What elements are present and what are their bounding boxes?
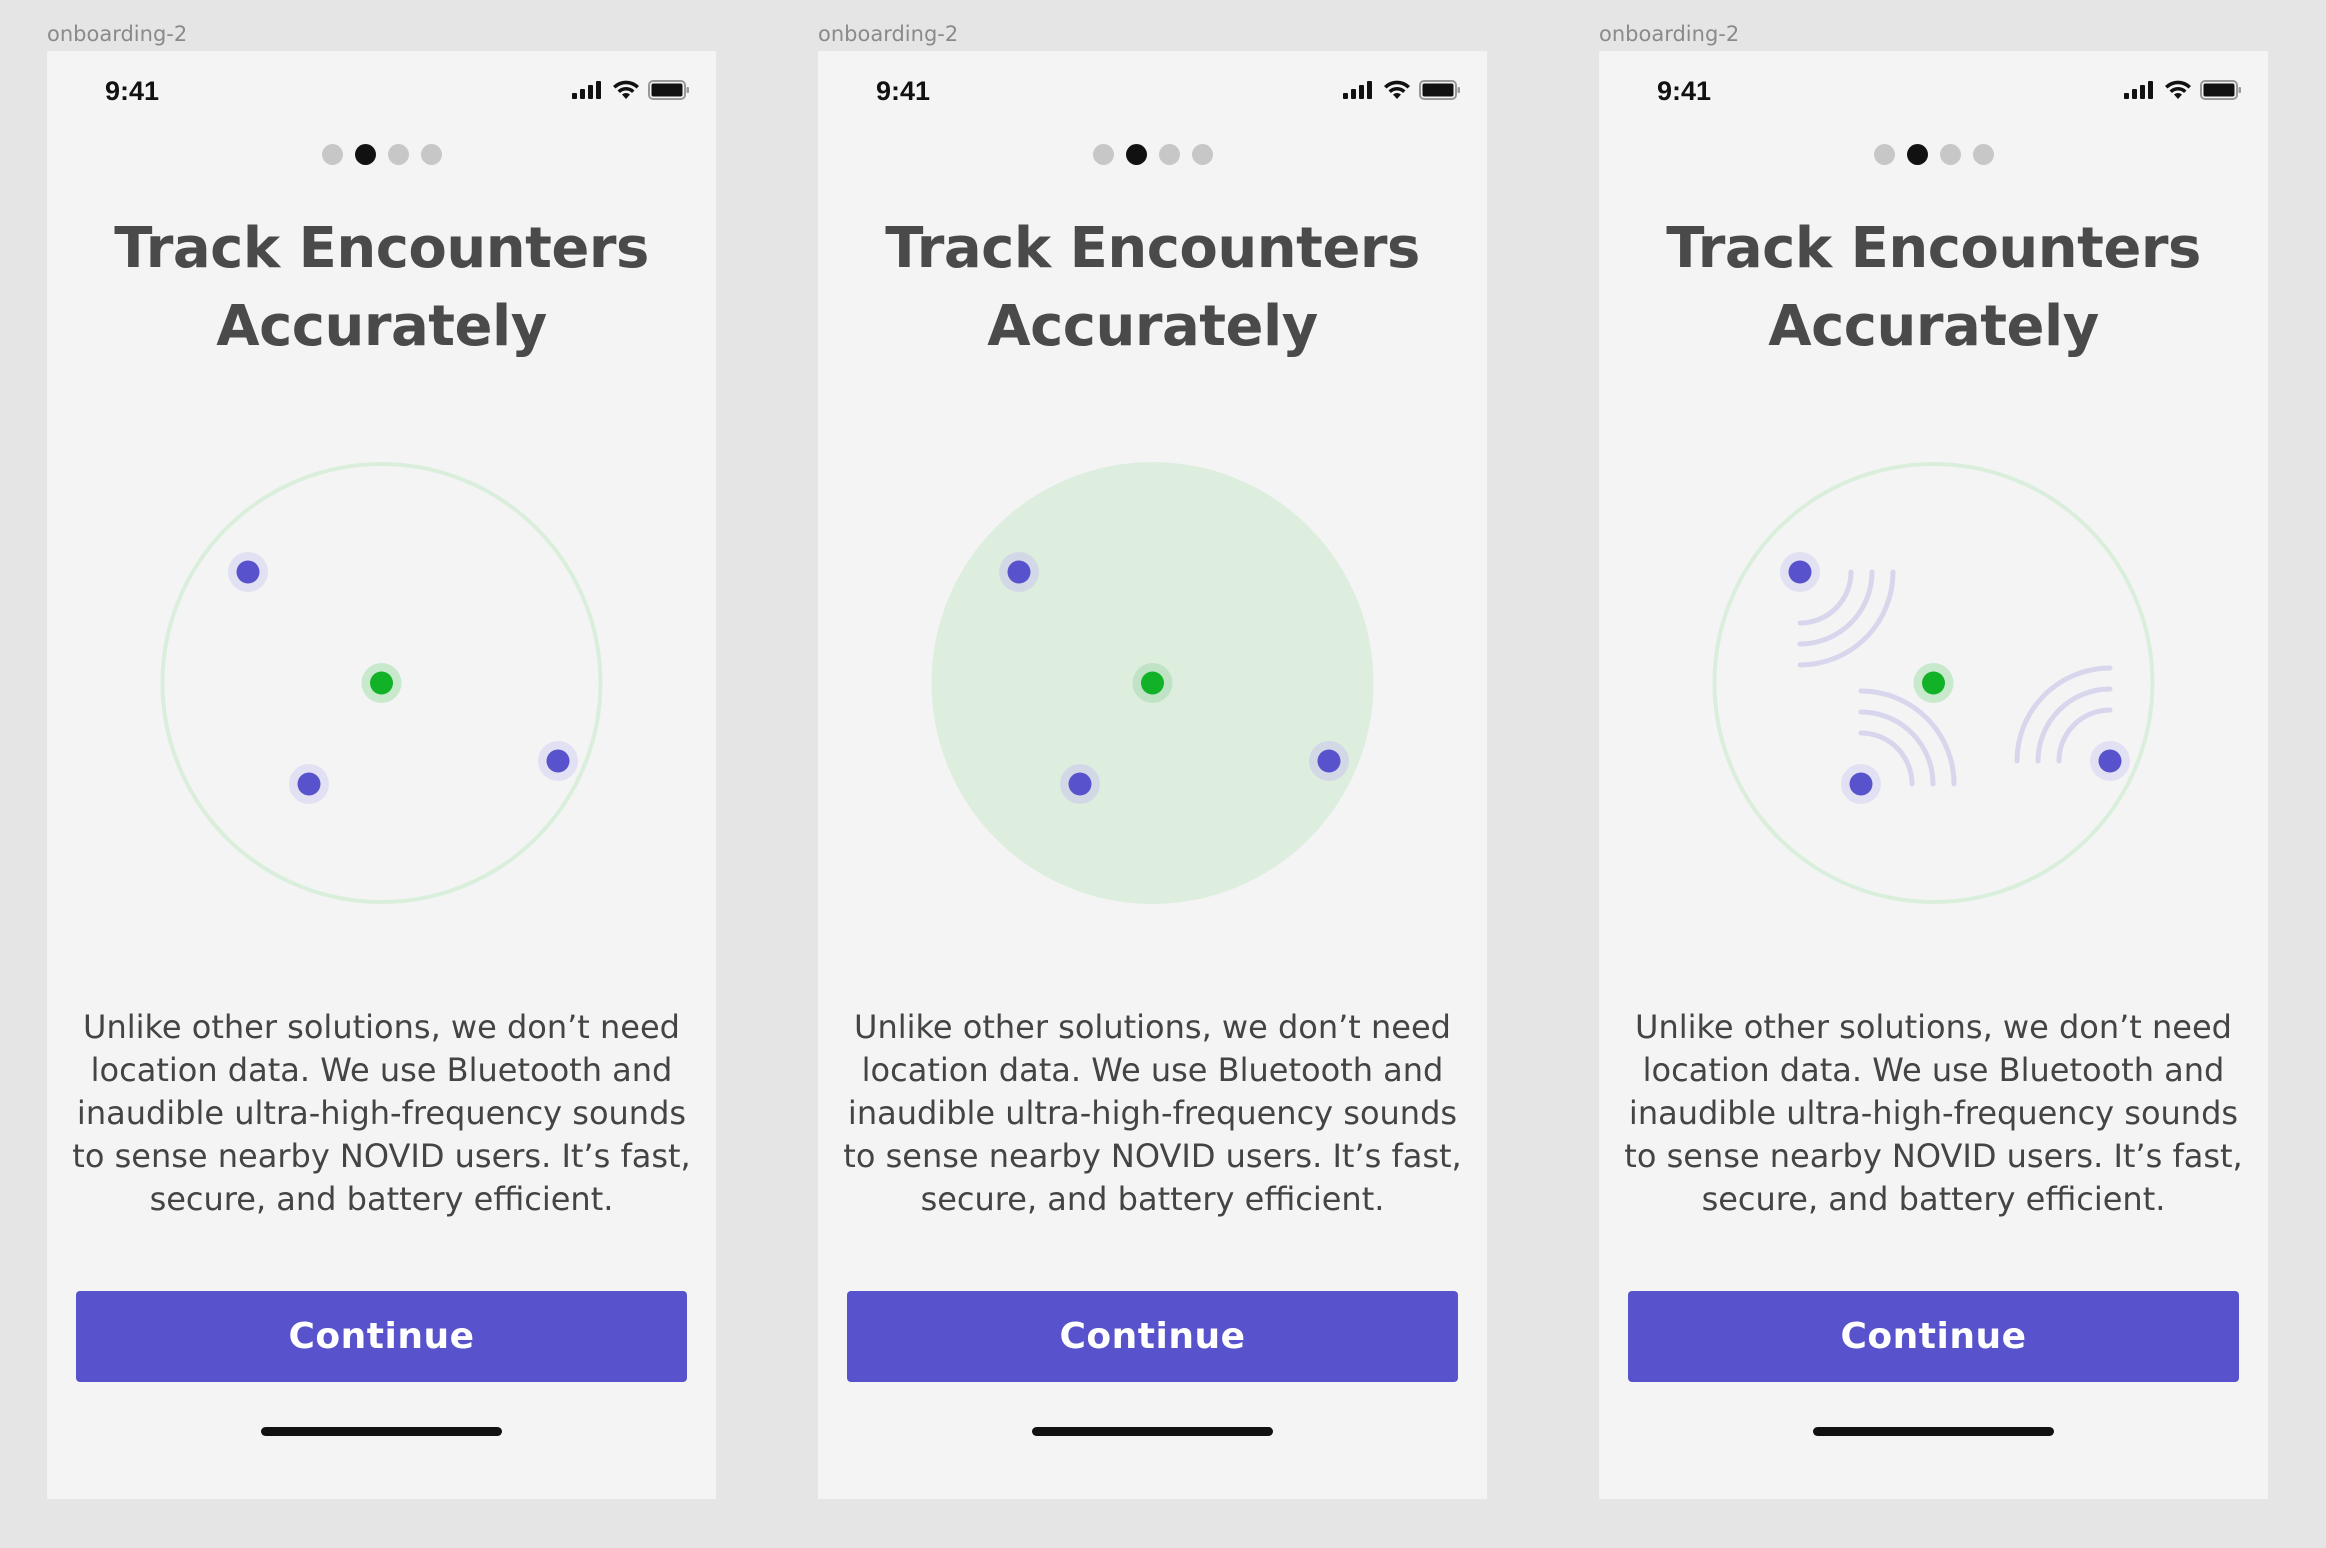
artboard-label: onboarding-2 (47, 22, 188, 46)
wifi-icon (2165, 80, 2191, 99)
description-text: Unlike other solutions, we don’t need lo… (838, 1006, 1467, 1221)
signal-icon (2124, 81, 2153, 99)
description-line: Unlike other solutions, we don’t need (854, 1008, 1451, 1046)
artboard-label: onboarding-2 (818, 22, 959, 46)
home-indicator[interactable] (1032, 1427, 1273, 1436)
continue-button[interactable]: Continue (76, 1291, 687, 1382)
description-line: secure, and battery efficient. (149, 1180, 614, 1218)
home-indicator[interactable] (261, 1427, 502, 1436)
description-line: location data. We use Bluetooth and (1642, 1051, 2225, 1089)
page-dot (1873, 144, 1895, 165)
status-icons (1343, 80, 1461, 100)
page-dot (1972, 144, 1994, 165)
description-line: to sense nearby NOVID users. It’s fast, (1624, 1137, 2243, 1175)
user-dot (1068, 772, 1092, 796)
signal-icon (1343, 81, 1372, 99)
title-line: Track Encounters (885, 216, 1420, 281)
description-line: to sense nearby NOVID users. It’s fast, (843, 1137, 1462, 1175)
page-dot (1939, 144, 1961, 165)
phone-screen: 9:41 Track Encounters Accurately Unlike … (1599, 51, 2268, 1499)
description-line: location data. We use Bluetooth and (90, 1051, 673, 1089)
wifi-icon (613, 80, 639, 99)
wifi-icon (1384, 80, 1410, 99)
page-dot-active (1906, 144, 1928, 165)
page-dot (1191, 144, 1213, 165)
description-line: inaudible ultra-high-frequency sounds (847, 1094, 1458, 1132)
phone-screen: 9:41 Track Encounters Accurately Unlike … (818, 51, 1487, 1499)
continue-button[interactable]: Continue (847, 1291, 1458, 1382)
self-dot (1922, 671, 1945, 695)
page-dot (420, 144, 442, 165)
self-dot (370, 671, 393, 695)
page-indicator (818, 144, 1487, 165)
title-line: Accurately (987, 294, 1318, 359)
battery-icon (648, 80, 689, 100)
proximity-illustration (160, 462, 603, 904)
title-line: Track Encounters (1666, 216, 2201, 281)
user-dot (1788, 560, 1812, 584)
title-line: Accurately (1768, 294, 2099, 359)
page-indicator (1599, 144, 2268, 165)
description-line: inaudible ultra-high-frequency sounds (76, 1094, 687, 1132)
user-dot (1317, 749, 1341, 773)
page-dot (387, 144, 409, 165)
battery-icon (1419, 80, 1460, 100)
phone-screen: 9:41 Track Encounters Accurately Unlike … (47, 51, 716, 1499)
artboard-label: onboarding-2 (1599, 22, 1740, 46)
description-line: secure, and battery efficient. (1701, 1180, 2166, 1218)
user-dot (1849, 772, 1873, 796)
status-time: 9:41 (1657, 76, 1712, 106)
status-icons (572, 80, 690, 100)
status-time: 9:41 (105, 76, 160, 106)
description-line: secure, and battery efficient. (920, 1180, 1385, 1218)
description-line: inaudible ultra-high-frequency sounds (1628, 1094, 2239, 1132)
page-indicator (47, 144, 716, 165)
status-icons (2124, 80, 2242, 100)
title-line: Accurately (216, 294, 547, 359)
user-dot (297, 772, 321, 796)
user-dot (2098, 749, 2122, 773)
page-dot (1092, 144, 1114, 165)
description-text: Unlike other solutions, we don’t need lo… (67, 1006, 696, 1221)
description-line: Unlike other solutions, we don’t need (1635, 1008, 2232, 1046)
user-dot (236, 560, 260, 584)
user-dot (546, 749, 570, 773)
description-text: Unlike other solutions, we don’t need lo… (1619, 1006, 2248, 1221)
onboarding-title: Track Encounters Accurately (818, 210, 1487, 366)
description-line: Unlike other solutions, we don’t need (83, 1008, 680, 1046)
self-dot (1141, 671, 1164, 695)
page-dot-active (354, 144, 376, 165)
page-dot (321, 144, 343, 165)
battery-icon (2200, 80, 2241, 100)
onboarding-title: Track Encounters Accurately (1599, 210, 2268, 366)
continue-button[interactable]: Continue (1628, 1291, 2239, 1382)
user-dot (1007, 560, 1031, 584)
page-dot-active (1125, 144, 1147, 165)
page-dot (1158, 144, 1180, 165)
description-line: location data. We use Bluetooth and (861, 1051, 1444, 1089)
proximity-illustration (1712, 462, 2155, 904)
proximity-illustration (931, 462, 1374, 904)
signal-icon (572, 81, 601, 99)
description-line: to sense nearby NOVID users. It’s fast, (72, 1137, 691, 1175)
status-time: 9:41 (876, 76, 931, 106)
onboarding-title: Track Encounters Accurately (47, 210, 716, 366)
home-indicator[interactable] (1813, 1427, 2054, 1436)
title-line: Track Encounters (114, 216, 649, 281)
